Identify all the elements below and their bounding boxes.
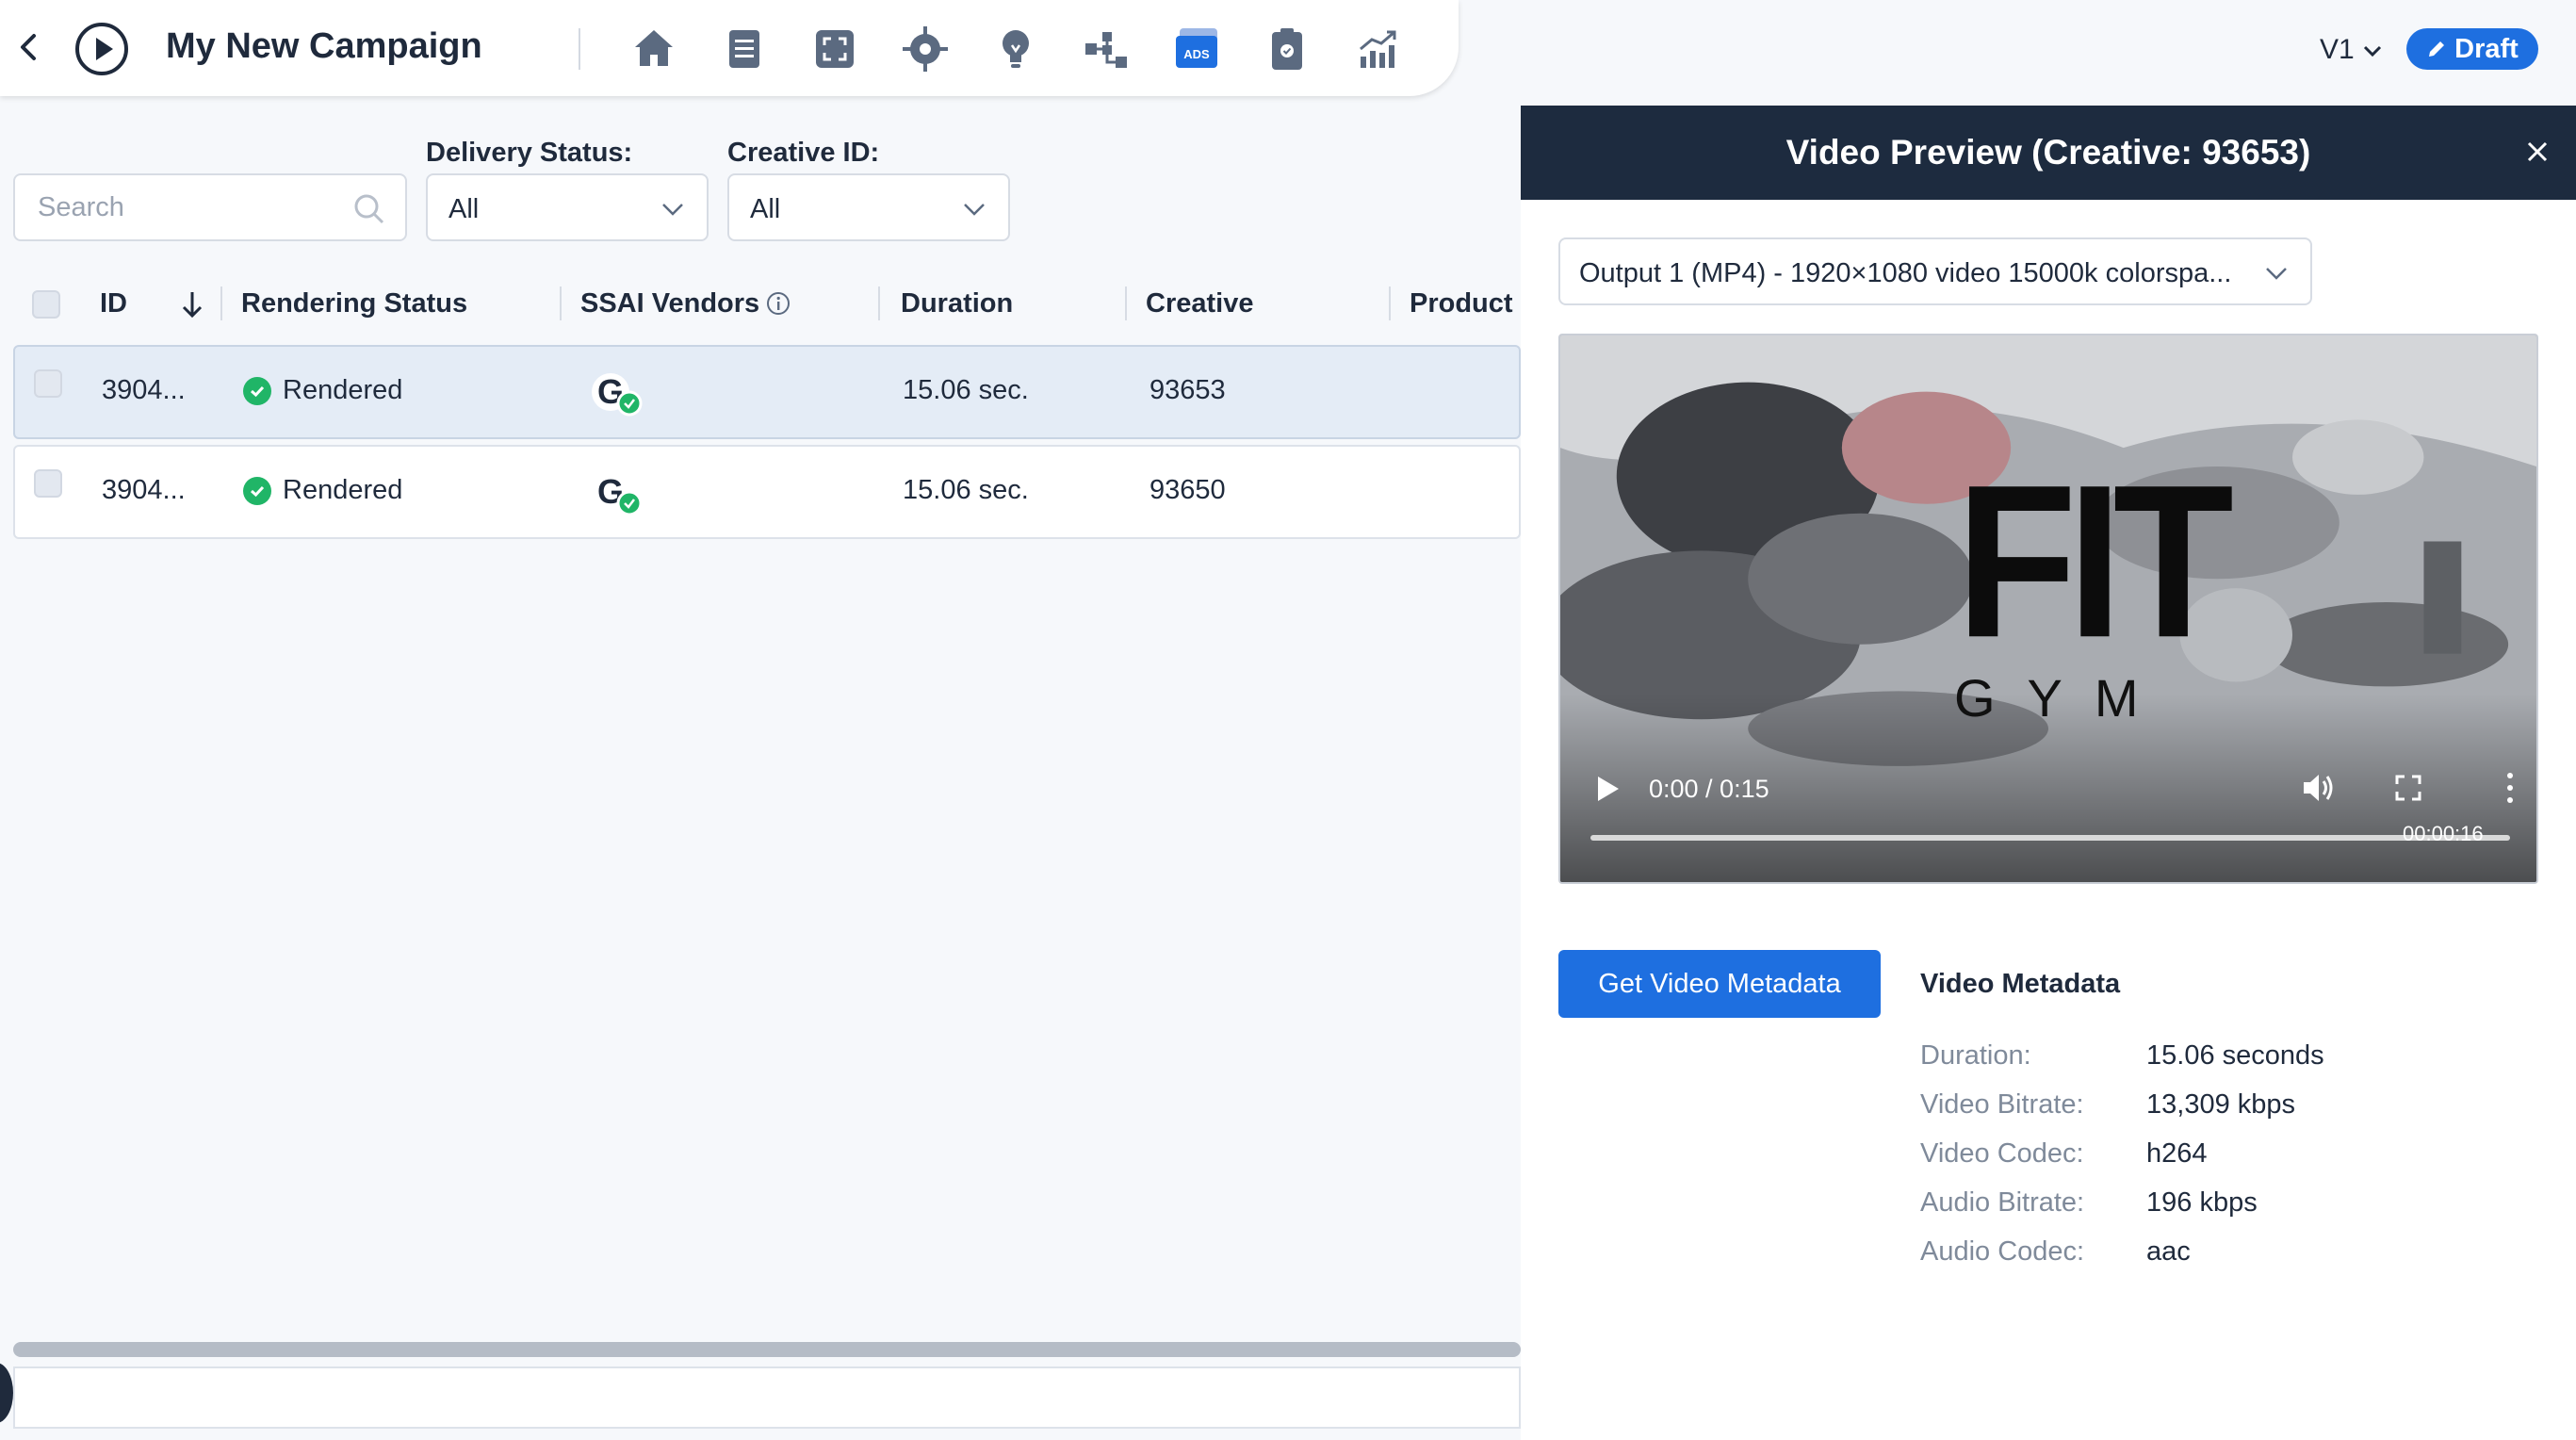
pencil-icon [2429,41,2445,57]
frame-icon[interactable] [810,25,859,74]
column-header-id[interactable]: ID [100,288,127,319]
chevron-down-icon [662,204,683,216]
row-rendering-status: Rendered [283,475,403,505]
draft-button[interactable]: Draft [2406,28,2538,70]
document-icon[interactable] [720,25,769,74]
home-icon[interactable] [629,25,678,74]
row-creative: 93653 [1149,375,1226,405]
metadata-value: 13,309 kbps [2146,1089,2296,1120]
row-checkbox[interactable] [34,369,62,398]
row-creative: 93650 [1149,475,1226,505]
creative-id-value: All [750,194,781,224]
check-circle-icon [243,377,271,405]
volume-icon[interactable] [2301,771,2337,805]
video-progress-bar[interactable] [1590,835,2510,841]
search-input[interactable] [15,175,326,239]
table-row[interactable]: 3904... Rendered G 15.06 sec. 93653 [13,345,1521,439]
panel-title: Video Preview (Creative: 93653) [1785,133,2311,172]
top-bar: My New Campaign ADS V1 Draft [0,0,2576,98]
analytics-icon[interactable] [1353,25,1402,74]
version-selector[interactable]: V1 [2320,34,2383,66]
check-circle-icon [243,477,271,505]
output-select-value: Output 1 (MP4) - 1920×1080 video 15000k … [1579,258,2232,288]
metadata-key: Video Codec: [1920,1138,2084,1169]
metadata-key: Duration: [1920,1040,2031,1071]
delivery-status-value: All [448,194,480,224]
table-row[interactable]: 3904... Rendered G 15.06 sec. 93650 [13,445,1521,539]
creative-id-label: Creative ID: [727,138,880,168]
table-header: ID Rendering Status SSAI Vendors Duratio… [13,273,1521,335]
column-header-product[interactable]: Product [1410,288,1513,319]
ads-icon[interactable]: ADS [1172,25,1221,74]
campaign-header: My New Campaign ADS [0,0,1459,96]
column-header-duration[interactable]: Duration [901,288,1013,319]
fullscreen-icon[interactable] [2393,773,2423,803]
campaign-title: My New Campaign [166,26,482,66]
floating-button[interactable] [0,1363,13,1423]
metadata-value: 15.06 seconds [2146,1040,2324,1071]
version-label: V1 [2320,34,2355,65]
row-checkbox[interactable] [34,469,62,498]
metadata-key: Video Bitrate: [1920,1089,2084,1120]
more-options-icon[interactable] [2504,771,2516,805]
column-header-creative[interactable]: Creative [1146,288,1253,319]
chevron-down-icon [2363,45,2382,57]
video-preview-panel: Video Preview (Creative: 93653) Output 1… [1521,106,2576,1440]
column-separator [220,286,222,320]
column-separator [1389,286,1391,320]
row-id: 3904... [102,375,186,405]
clipboard-icon[interactable] [1263,25,1312,74]
metadata-value: aac [2146,1236,2191,1267]
hierarchy-icon[interactable] [1082,25,1131,74]
video-metadata-title: Video Metadata [1920,969,2121,999]
chevron-down-icon [2266,268,2287,280]
delivery-status-label: Delivery Status: [426,138,633,168]
select-all-checkbox[interactable] [32,290,60,319]
back-arrow-icon[interactable] [13,30,47,64]
info-icon[interactable] [765,290,791,317]
video-time: 0:00 / 0:15 [1649,775,1769,803]
column-separator [878,286,880,320]
video-logo-sub: GYM [1954,668,2171,728]
sort-down-icon[interactable] [179,288,205,320]
google-vendor-icon: G [590,369,646,418]
search-icon [354,194,384,224]
metadata-key: Audio Codec: [1920,1236,2085,1267]
delivery-status-select[interactable]: All [426,173,709,241]
column-separator [1125,286,1127,320]
chevron-down-icon [964,204,985,216]
google-vendor-icon: G [590,469,646,518]
search-field [13,173,407,241]
video-player[interactable]: FIT GYM 0:00 / 0:15 00:00:16 [1558,334,2538,884]
metadata-value: h264 [2146,1138,2208,1169]
play-icon[interactable] [1596,775,1621,803]
creative-id-select[interactable]: All [727,173,1010,241]
target-icon[interactable] [901,25,950,74]
bottom-bar [13,1366,1521,1429]
get-video-metadata-button[interactable]: Get Video Metadata [1558,950,1881,1018]
column-separator [560,286,562,320]
column-header-rendering-status[interactable]: Rendering Status [241,288,467,319]
video-timestamp: 00:00:16 [2403,822,2484,845]
campaign-play-icon[interactable] [75,23,128,75]
metadata-key: Audio Bitrate: [1920,1187,2085,1218]
video-logo-main: FIT [1956,439,2234,683]
metadata-value: 196 kbps [2146,1187,2258,1218]
draft-label: Draft [2454,33,2519,64]
header-divider [579,28,580,70]
output-select[interactable]: Output 1 (MP4) - 1920×1080 video 15000k … [1558,237,2312,305]
row-id: 3904... [102,475,186,505]
row-rendering-status: Rendered [283,375,403,405]
panel-header: Video Preview (Creative: 93653) [1521,106,2576,200]
ads-badge-text: ADS [1183,47,1210,61]
close-icon[interactable] [2523,138,2552,166]
horizontal-scrollbar[interactable] [13,1342,1521,1357]
lightbulb-icon[interactable] [991,25,1040,74]
row-duration: 15.06 sec. [903,375,1029,405]
column-header-ssai-vendors[interactable]: SSAI Vendors [580,288,759,319]
row-duration: 15.06 sec. [903,475,1029,505]
